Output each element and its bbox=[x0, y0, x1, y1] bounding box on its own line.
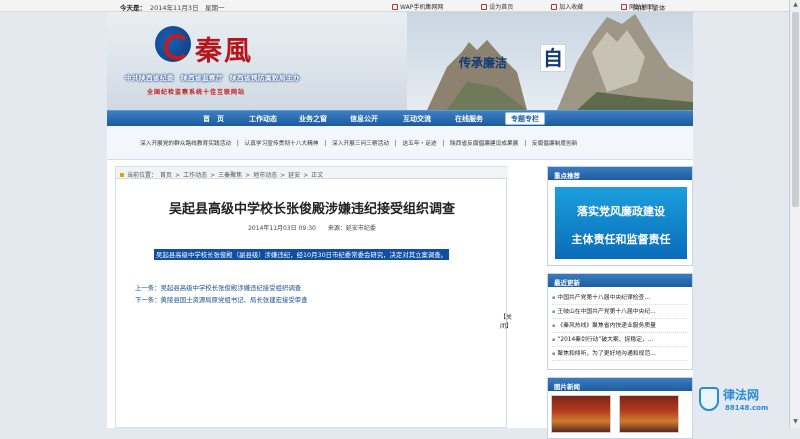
header-banner: 秦風 中共陕西省纪委 陕西省监察厅 陕西省预防腐败局主办 全国纪检监察系统十佳互… bbox=[107, 12, 693, 110]
nav-business[interactable]: 业务之窗 bbox=[299, 114, 327, 124]
watermark: 律法网 88148.com bbox=[699, 385, 785, 417]
date-display: 今天是： 2014年11月3日 星期一 bbox=[120, 4, 225, 12]
nav-info-public[interactable]: 信息公开 bbox=[350, 114, 378, 124]
site-sponsors: 中共陕西省纪委 陕西省监察厅 陕西省预防腐败局主办 bbox=[125, 74, 300, 82]
bullet-icon bbox=[120, 173, 124, 177]
sitemap-icon bbox=[621, 4, 628, 10]
article-title: 吴起县高级中学校长张俊殿涉嫌违纪接受组织调查 bbox=[168, 202, 455, 217]
topic-link[interactable]: 反腐倡廉制度创新 bbox=[532, 141, 578, 147]
topic-separator: | bbox=[236, 141, 239, 147]
topic-separator: | bbox=[442, 141, 445, 147]
topic-separator: | bbox=[524, 141, 527, 147]
star-icon bbox=[551, 4, 558, 10]
topic-link[interactable]: 深入开展党的群众路线教育实践活动 bbox=[140, 141, 231, 147]
set-homepage-link[interactable]: 设为首页 bbox=[481, 4, 531, 11]
scroll-down-icon[interactable]: ▼ bbox=[791, 418, 800, 427]
next-article-link[interactable]: 下一条：黄陵县国土资源局原党组书记、局长张建宏接受审查 bbox=[135, 295, 308, 304]
breadcrumb-focus[interactable]: 三秦聚焦 bbox=[218, 172, 242, 179]
nav-online-service[interactable]: 在线服务 bbox=[455, 114, 483, 124]
site-logo-icon[interactable] bbox=[155, 26, 191, 62]
news-photo[interactable] bbox=[619, 395, 679, 433]
lang-separator: | bbox=[648, 4, 651, 12]
photo-news-box: 图片新闻 bbox=[547, 377, 693, 439]
language-switch: 简体 | 繁体 bbox=[633, 2, 665, 12]
topic-link[interactable]: 这五年・足迹 bbox=[402, 141, 436, 147]
nav-special-topics[interactable]: 专题专栏 bbox=[505, 112, 545, 125]
shield-icon bbox=[699, 387, 719, 411]
article-date: 2014年11月03日 09:30 bbox=[248, 225, 316, 232]
list-item[interactable]: 《秦风热线》聚焦省内快递业服务质量 bbox=[552, 319, 688, 333]
site-brand[interactable]: 秦風 bbox=[195, 29, 253, 68]
article-body: 吴起县高级中学校长张俊殿（副县级）涉嫌违纪，经10月30日市纪委常委会研究，决定… bbox=[154, 249, 450, 260]
featured-header: 重点推荐 bbox=[548, 167, 692, 180]
breadcrumb: 当前位置： 首页 > 工作动态 > 三秦聚焦 > 地市动态 > 延安 > 正文 bbox=[116, 167, 508, 179]
wap-link[interactable]: WAP手机集网网 bbox=[392, 4, 461, 11]
topic-link[interactable]: 认真学习宣传贯彻十八大精神 bbox=[245, 141, 319, 147]
scroll-up-icon[interactable]: ▲ bbox=[791, 1, 800, 10]
add-favorite-link[interactable]: 加入收藏 bbox=[551, 4, 601, 11]
top-bar: 今天是： 2014年11月3日 星期一 WAP手机集网网 设为首页 加入收藏 网站… bbox=[0, 0, 800, 12]
article-source: 来源：延安市纪委 bbox=[327, 225, 376, 232]
traditional-link[interactable]: 繁体 bbox=[652, 4, 665, 12]
topic-separator: | bbox=[394, 141, 397, 147]
recent-header: 最近更新 bbox=[548, 274, 692, 287]
banner-slogan: 传承廉洁 bbox=[459, 56, 508, 70]
list-item[interactable]: “2014秦剑行动”破大案、捉稳定，… bbox=[552, 333, 688, 347]
breadcrumb-home[interactable]: 首页 bbox=[160, 172, 172, 179]
breadcrumb-city-news[interactable]: 地市动态 bbox=[253, 172, 277, 179]
nav-home[interactable]: 首 页 bbox=[203, 114, 224, 124]
topic-separator: | bbox=[324, 141, 327, 147]
article-panel: 当前位置： 首页 > 工作动态 > 三秦聚焦 > 地市动态 > 延安 > 正文 吴起县高级中学校长张俊… bbox=[115, 166, 512, 428]
site-award: 全国纪检监察系统十佳互联网站 bbox=[147, 89, 246, 96]
featured-box: 重点推荐 落实党风廉政建设 主体责任和监督责任 bbox=[547, 166, 693, 266]
topic-links-bar: 深入开展党的群众路线教育实践活动 | 认真学习宣传贯彻十八大精神 | 深入开展三… bbox=[107, 126, 693, 160]
recent-box: 最近更新 中国共产党第十八届中央纪律检查… 王岐山在中国共产党第十八届中央纪… … bbox=[547, 273, 693, 370]
topic-link[interactable]: 深入开展三问三察活动 bbox=[332, 141, 389, 147]
main-nav: 首 页 工作动态 业务之窗 信息公开 互动交流 在线服务 专题专栏 bbox=[107, 110, 693, 126]
scroll-thumb[interactable] bbox=[792, 12, 799, 207]
breadcrumb-yanan[interactable]: 延安 bbox=[288, 172, 300, 179]
simplified-link[interactable]: 简体 bbox=[633, 4, 646, 12]
watermark-name: 律法网 bbox=[723, 388, 760, 402]
article-meta: 2014年11月03日 09:30 来源：延安市纪委 bbox=[116, 223, 508, 232]
breadcrumb-current: 正文 bbox=[311, 172, 324, 179]
prev-article-link[interactable]: 上一条：吴起县高级中学校长张俊殿涉嫌违纪接受组织调查 bbox=[135, 283, 301, 292]
recent-list: 中国共产党第十八届中央纪律检查… 王岐山在中国共产党第十八届中央纪… 《秦风热线… bbox=[548, 287, 692, 361]
featured-banner[interactable]: 落实党风廉政建设 主体责任和监督责任 bbox=[555, 187, 687, 259]
page-container: 秦風 中共陕西省纪委 陕西省监察厅 陕西省预防腐败局主办 全国纪检监察系统十佳互… bbox=[107, 12, 693, 439]
list-item[interactable]: 中国共产党第十八届中央纪律检查… bbox=[552, 291, 688, 305]
scrollbar[interactable]: ▲ ▼ bbox=[789, 0, 800, 428]
breadcrumb-work-news[interactable]: 工作动态 bbox=[183, 172, 207, 179]
home-icon bbox=[481, 4, 488, 10]
list-item[interactable]: 聚焦和倾听，为了更好地沟通和规范… bbox=[552, 347, 688, 361]
nav-interaction[interactable]: 互动交流 bbox=[403, 114, 431, 124]
photo-news-header: 图片新闻 bbox=[548, 378, 692, 391]
close-button[interactable]: 【关闭】 bbox=[500, 312, 512, 330]
watermark-url: 88148.com bbox=[725, 404, 769, 412]
nav-work-news[interactable]: 工作动态 bbox=[249, 114, 277, 124]
phone-icon bbox=[392, 4, 398, 10]
list-item[interactable]: 王岐山在中国共产党第十八届中央纪… bbox=[552, 305, 688, 319]
news-photo[interactable] bbox=[551, 395, 611, 433]
topic-link[interactable]: 陕西省反腐倡廉建设成果展 bbox=[450, 141, 518, 147]
banner-slogan-char: 自 bbox=[540, 44, 566, 72]
